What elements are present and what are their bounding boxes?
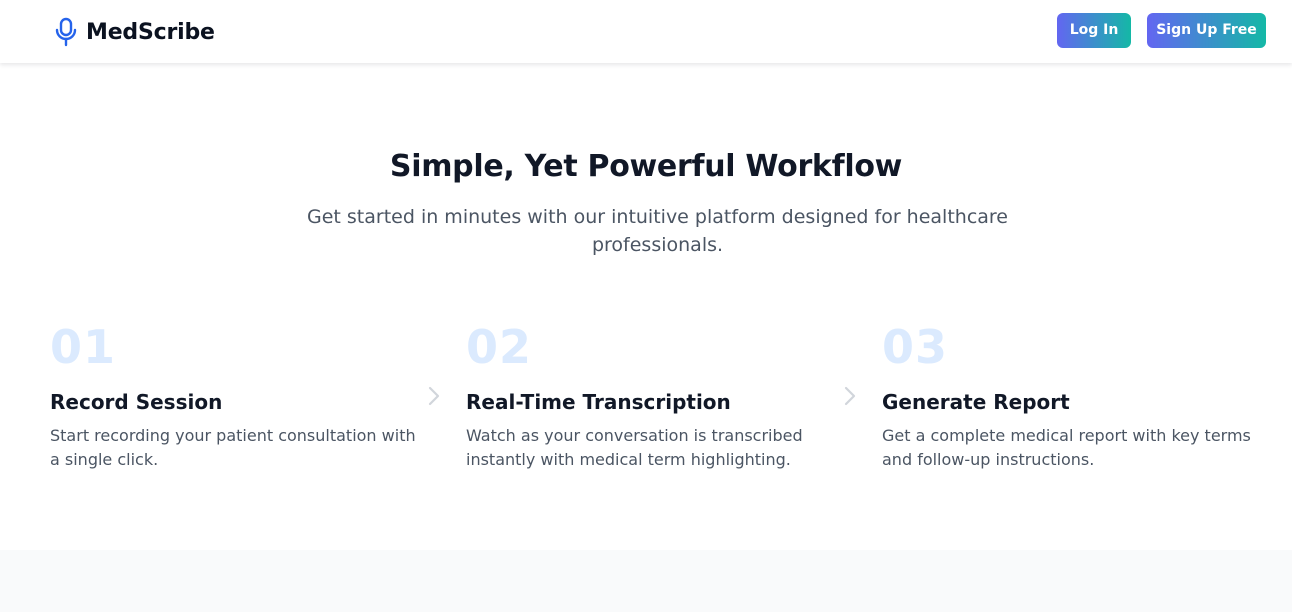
- microphone-icon: [55, 17, 77, 47]
- section-subtitle: Get started in minutes with our intuitiv…: [307, 206, 1008, 256]
- step-description: Start recording your patient consultatio…: [50, 426, 416, 469]
- step-number: 02: [466, 320, 533, 374]
- chevron-right-icon: [428, 386, 440, 406]
- section-title: Simple, Yet Powerful Workflow: [389, 149, 903, 184]
- next-section-band: [0, 550, 1292, 612]
- step-title: Real-Time Transcription: [466, 390, 731, 414]
- workflow-step-transcription: 02 Real-Time Transcription Watch as your…: [466, 321, 846, 472]
- step-title: Generate Report: [882, 390, 1070, 414]
- step-description: Watch as your conversation is transcribe…: [466, 426, 803, 469]
- workflow-step-record: 01 Record Session Start recording your p…: [50, 321, 430, 472]
- workflow-step-report: 03 Generate Report Get a complete medica…: [882, 321, 1262, 472]
- step-number: 03: [882, 320, 949, 374]
- step-title: Record Session: [50, 390, 223, 414]
- top-navbar: MedScribe Log In Sign Up Free: [0, 0, 1292, 63]
- chevron-right-icon: [844, 386, 856, 406]
- login-button[interactable]: Log In: [1057, 13, 1131, 48]
- signup-button[interactable]: Sign Up Free: [1147, 13, 1266, 48]
- brand-name: MedScribe: [86, 19, 215, 45]
- step-number: 01: [50, 320, 117, 374]
- brand-logo[interactable]: MedScribe: [52, 17, 215, 47]
- workflow-section: Simple, Yet Powerful Workflow Get starte…: [0, 63, 1292, 550]
- step-description: Get a complete medical report with key t…: [882, 426, 1251, 469]
